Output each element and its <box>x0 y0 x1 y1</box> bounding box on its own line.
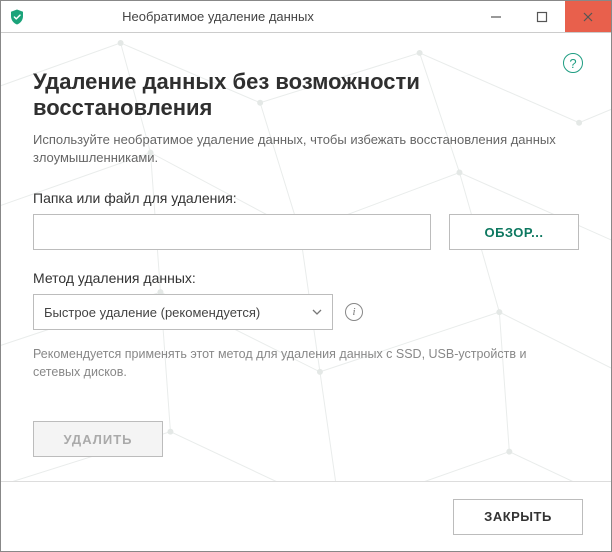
window-controls <box>473 1 611 32</box>
method-label: Метод удаления данных: <box>33 270 579 286</box>
help-icon[interactable]: ? <box>563 53 583 73</box>
chevron-down-icon <box>312 307 322 317</box>
maximize-button[interactable] <box>519 1 565 32</box>
window-title: Необратимое удаление данных <box>0 9 473 24</box>
minimize-button[interactable] <box>473 1 519 32</box>
info-icon[interactable]: i <box>345 303 363 321</box>
app-window: Необратимое удаление данных <box>0 0 612 552</box>
path-input[interactable] <box>33 214 431 250</box>
titlebar: Необратимое удаление данных <box>1 1 611 33</box>
browse-button[interactable]: ОБЗОР... <box>449 214 579 250</box>
page-title: Удаление данных без возможности восстано… <box>33 69 579 121</box>
method-select[interactable]: Быстрое удаление (рекомендуется) <box>33 294 333 330</box>
footer: ЗАКРЫТЬ <box>1 481 611 551</box>
method-hint: Рекомендуется применять этот метод для у… <box>33 346 563 381</box>
page-description: Используйте необратимое удаление данных,… <box>33 131 563 166</box>
method-selected-value: Быстрое удаление (рекомендуется) <box>44 305 260 320</box>
close-button[interactable]: ЗАКРЫТЬ <box>453 499 583 535</box>
path-label: Папка или файл для удаления: <box>33 190 579 206</box>
delete-button[interactable]: УДАЛИТЬ <box>33 421 163 457</box>
close-window-button[interactable] <box>565 1 611 32</box>
